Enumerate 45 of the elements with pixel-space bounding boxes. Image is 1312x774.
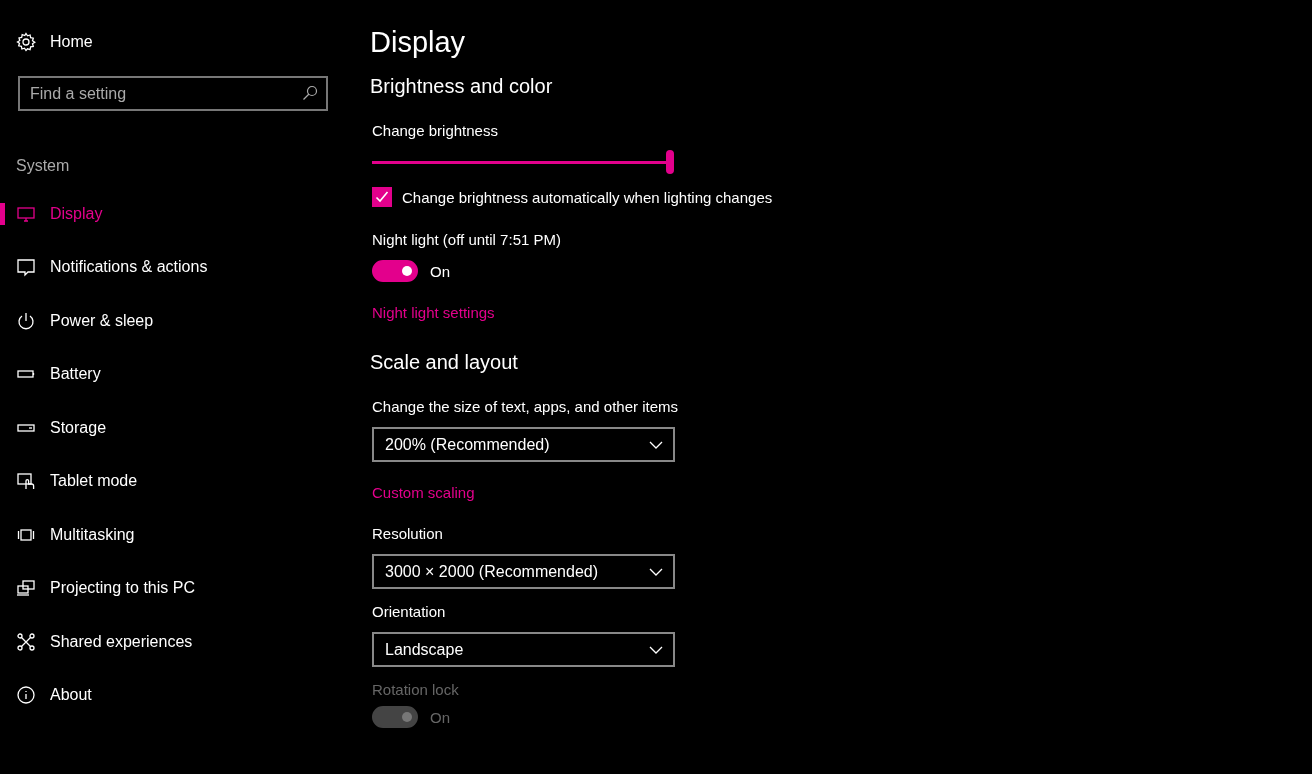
- nav-item[interactable]: Display: [0, 187, 340, 241]
- settings-icon: [16, 32, 36, 52]
- settings-link[interactable]: Night light settings: [372, 304, 495, 321]
- page-title: Display: [370, 26, 466, 59]
- screens-icon: [16, 578, 36, 599]
- toggle-state: On: [430, 262, 450, 280]
- info-icon: [16, 685, 36, 706]
- nav-item[interactable]: Shared experiences: [0, 615, 340, 669]
- nav-item[interactable]: Projecting to this PC: [0, 561, 340, 615]
- section-heading: Brightness and color: [370, 75, 553, 98]
- chevron-icon: [649, 645, 663, 654]
- setting-label: Change brightness: [372, 122, 498, 139]
- toggle-switch[interactable]: [372, 260, 418, 282]
- dropdown[interactable]: 3000 × 2000 (Recommended): [372, 554, 675, 589]
- nav-item[interactable]: Storage: [0, 401, 340, 455]
- nav-item[interactable]: Notifications & actions: [0, 240, 340, 294]
- nav-item[interactable]: Multitasking: [0, 508, 340, 562]
- dropdown[interactable]: Landscape: [372, 632, 675, 667]
- setting-label: Resolution: [372, 525, 443, 542]
- toggle-state: On: [430, 708, 450, 726]
- setting-label: Change the size of text, apps, and other items: [372, 398, 678, 415]
- nav-item[interactable]: Power & sleep: [0, 294, 340, 348]
- nav-item[interactable]: Battery: [0, 347, 340, 401]
- search-field[interactable]: Find a setting: [18, 76, 328, 111]
- setting-label: Orientation: [372, 603, 446, 620]
- setting-label: Rotation lock: [372, 681, 459, 698]
- checkbox[interactable]: [372, 187, 392, 207]
- setting-label: Night light (off until 7:51 PM): [372, 231, 561, 248]
- home-button[interactable]: Home: [16, 32, 93, 52]
- nav-item[interactable]: About: [0, 668, 340, 722]
- section-heading: Scale and layout: [370, 351, 518, 374]
- power-icon: [16, 310, 36, 331]
- chevron-icon: [649, 440, 663, 449]
- nav-item[interactable]: Tablet mode: [0, 454, 340, 508]
- search-icon: [302, 85, 318, 101]
- dropdown[interactable]: 200% (Recommended): [372, 427, 675, 462]
- section-label: System: [16, 157, 71, 175]
- brightness-slider[interactable]: [372, 149, 672, 175]
- settings-link[interactable]: Custom scaling: [372, 484, 475, 501]
- tablet-hand-icon: [16, 471, 36, 492]
- selection-indicator: [0, 203, 5, 225]
- chevron-icon: [649, 567, 663, 576]
- speech-bubble-icon: [16, 257, 36, 278]
- checkbox-label: Change brightness automatically when lighting changes: [402, 188, 773, 206]
- network-nodes-icon: [16, 631, 36, 652]
